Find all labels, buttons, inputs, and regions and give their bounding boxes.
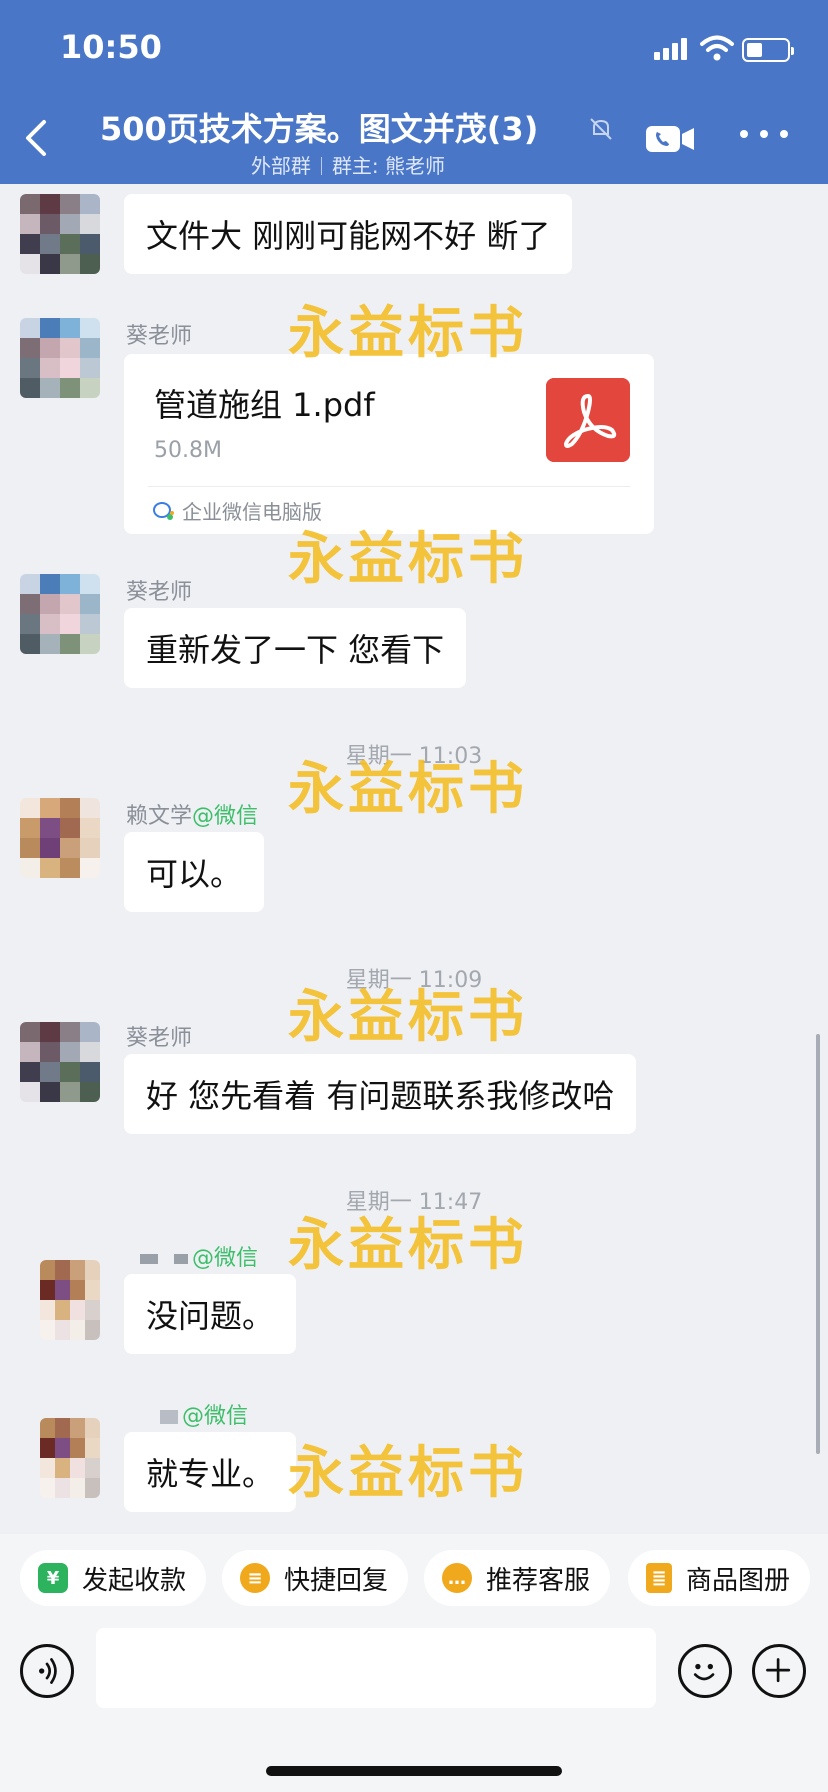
quick-action-catalog[interactable]: ≣ 商品图册 — [628, 1550, 811, 1606]
chat-subtitle: 外部群 群主: 熊老师 — [120, 150, 576, 179]
wechat-source-tag: @微信 — [192, 804, 259, 829]
sender-name: 葵老师 — [126, 324, 193, 349]
avatar[interactable] — [20, 1022, 100, 1102]
file-source: 企业微信电脑版 — [152, 496, 322, 525]
catalog-icon: ≣ — [646, 1563, 672, 1593]
pdf-icon — [546, 378, 630, 462]
message-input[interactable] — [96, 1628, 656, 1708]
sender-name: @微信 — [140, 1240, 258, 1272]
message-bubble[interactable]: 好 您先看着 有问题联系我修改哈 — [124, 1054, 637, 1134]
signal-icon — [654, 38, 687, 60]
avatar[interactable] — [20, 574, 100, 654]
divider — [148, 486, 630, 487]
home-indicator[interactable] — [266, 1766, 562, 1776]
watermark: 永益标书 — [288, 1441, 528, 1506]
video-call-icon[interactable] — [646, 124, 696, 154]
chat-header: 10:50 500页技术方案。图文并茂(3) 外部群 群主: 熊老师 — [0, 0, 828, 184]
group-owner: 群主: 熊老师 — [331, 154, 446, 178]
plus-icon[interactable] — [752, 1644, 806, 1698]
avatar[interactable] — [20, 798, 100, 878]
quick-action-label: 商品图册 — [686, 1565, 791, 1596]
avatar[interactable] — [40, 1260, 100, 1340]
external-group-tag: 外部群 — [250, 154, 311, 178]
message-bubble[interactable]: 文件大 刚刚可能网不好 断了 — [124, 194, 573, 274]
battery-icon — [742, 38, 794, 62]
quick-action-bar: ¥ 发起收款 ≡ 快捷回复 … 推荐客服 ≣ 商品图册 — [0, 1534, 828, 1624]
quick-action-quick-reply[interactable]: ≡ 快捷回复 — [222, 1550, 409, 1606]
message-bubble[interactable]: 没问题。 — [124, 1274, 297, 1354]
payment-icon: ¥ — [38, 1563, 68, 1593]
back-chevron-icon[interactable] — [24, 118, 48, 158]
sender-name-label: 赖文学 — [126, 804, 193, 829]
message-list[interactable]: 文件大 刚刚可能网不好 断了 葵老师 管道施组 1.pdf 50.8M 企业微信… — [0, 184, 828, 1534]
quick-action-recommend-service[interactable]: … 推荐客服 — [424, 1550, 611, 1606]
sender-name: @微信 — [160, 1398, 248, 1430]
input-bar — [0, 1624, 828, 1792]
chat-title: 500页技术方案。图文并茂(3) — [100, 110, 539, 148]
quick-action-label: 发起收款 — [82, 1565, 187, 1596]
emoji-icon[interactable] — [678, 1644, 732, 1698]
quick-action-payment[interactable]: ¥ 发起收款 — [20, 1550, 207, 1606]
timestamp: 星期一 11:47 — [345, 1190, 483, 1215]
wifi-icon — [700, 35, 734, 61]
sender-name: 葵老师 — [126, 580, 193, 605]
scrollbar[interactable] — [816, 1034, 820, 1454]
avatar[interactable] — [20, 194, 100, 274]
sender-name: 葵老师 — [126, 1026, 193, 1051]
avatar[interactable] — [40, 1418, 100, 1498]
status-time: 10:50 — [60, 28, 162, 66]
wechat-source-tag: @微信 — [182, 1404, 249, 1429]
sender-name: 赖文学@微信 — [126, 798, 258, 830]
timestamp: 星期一 11:03 — [345, 744, 483, 769]
quick-reply-icon: ≡ — [240, 1563, 270, 1593]
file-source-label: 企业微信电脑版 — [182, 500, 322, 524]
more-icon[interactable] — [740, 124, 788, 144]
timestamp: 星期一 11:09 — [345, 968, 483, 993]
mute-bell-icon — [590, 118, 612, 140]
wecom-icon — [153, 501, 174, 520]
avatar[interactable] — [20, 318, 100, 398]
quick-action-label: 快捷回复 — [284, 1565, 389, 1596]
file-name: 管道施组 1.pdf — [154, 386, 375, 424]
message-bubble[interactable]: 就专业。 — [124, 1432, 297, 1512]
wechat-source-tag: @微信 — [192, 1246, 259, 1271]
message-bubble[interactable]: 重新发了一下 您看下 — [124, 608, 467, 688]
quick-action-label: 推荐客服 — [486, 1565, 591, 1596]
file-message-card[interactable]: 管道施组 1.pdf 50.8M 企业微信电脑版 — [124, 354, 654, 534]
message-bubble[interactable]: 可以。 — [124, 832, 265, 912]
voice-input-icon[interactable] — [20, 1644, 74, 1698]
file-size: 50.8M — [154, 438, 222, 463]
service-icon: … — [442, 1563, 472, 1593]
